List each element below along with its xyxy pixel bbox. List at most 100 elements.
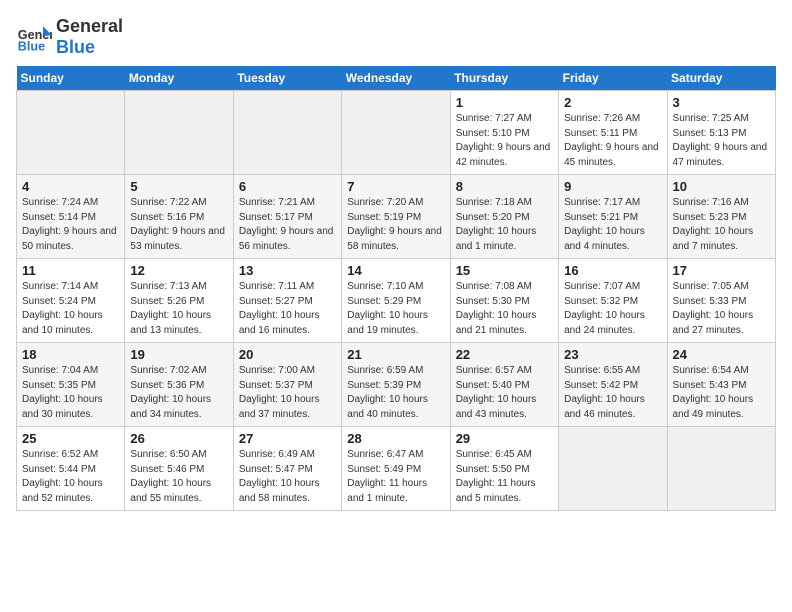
day-number: 21	[347, 347, 444, 362]
calendar-cell	[559, 427, 667, 511]
day-info: Sunrise: 7:04 AMSunset: 5:35 PMDaylight:…	[22, 364, 119, 422]
calendar-cell: 26Sunrise: 6:50 AMSunset: 5:46 PMDayligh…	[125, 427, 233, 511]
day-info: Sunrise: 6:49 AMSunset: 5:47 PMDaylight:…	[239, 448, 336, 506]
calendar-cell: 23 Sunrise: 6:55 AMSunset: 5:42 PMDayligh…	[559, 343, 667, 427]
calendar-cell: 3 Sunrise: 7:25 AMSunset: 5:13 PMDaylight…	[667, 91, 775, 175]
day-info: Sunrise: 7:07 AMSunset: 5:32 PMDaylight:…	[564, 280, 661, 338]
day-info: Sunrise: 7:00 AMSunset: 5:37 PMDaylight:…	[239, 364, 336, 422]
day-info: Sunrise: 7:27 AMSunset: 5:10 PMDaylight:…	[456, 112, 553, 170]
day-info: Sunrise: 7:13 AMSunset: 5:26 PMDaylight:…	[130, 280, 227, 338]
day-number: 13	[239, 263, 336, 278]
calendar-cell: 13 Sunrise: 7:11 AMSunset: 5:27 PMDayligh…	[233, 259, 341, 343]
calendar-cell: 6Sunrise: 7:21 AMSunset: 5:17 PMDaylight…	[233, 175, 341, 259]
calendar-week-5: 25 Sunrise: 6:52 AMSunset: 5:44 PMDayligh…	[17, 427, 776, 511]
day-info: Sunrise: 7:02 AMSunset: 5:36 PMDaylight:…	[130, 364, 227, 422]
calendar-cell: 8 Sunrise: 7:18 AMSunset: 5:20 PMDaylight…	[450, 175, 558, 259]
calendar-cell: 19 Sunrise: 7:02 AMSunset: 5:36 PMDayligh…	[125, 343, 233, 427]
day-info: Sunrise: 7:25 AMSunset: 5:13 PMDaylight:…	[673, 112, 770, 170]
day-number: 25	[22, 431, 119, 446]
weekday-header-saturday: Saturday	[667, 66, 775, 91]
day-number: 2	[564, 95, 661, 110]
calendar-body: 1 Sunrise: 7:27 AMSunset: 5:10 PMDaylight…	[17, 91, 776, 511]
day-info: Sunrise: 7:05 AMSunset: 5:33 PMDaylight:…	[673, 280, 770, 338]
day-number: 17	[673, 263, 770, 278]
logo-general: General	[56, 16, 123, 37]
calendar-cell: 10 Sunrise: 7:16 AMSunset: 5:23 PMDayligh…	[667, 175, 775, 259]
calendar-cell: 16 Sunrise: 7:07 AMSunset: 5:32 PMDayligh…	[559, 259, 667, 343]
calendar-cell: 25 Sunrise: 6:52 AMSunset: 5:44 PMDayligh…	[17, 427, 125, 511]
day-number: 15	[456, 263, 553, 278]
day-info: Sunrise: 7:16 AMSunset: 5:23 PMDaylight:…	[673, 196, 770, 254]
day-number: 8	[456, 179, 553, 194]
calendar-cell: 4 Sunrise: 7:24 AMSunset: 5:14 PMDaylight…	[17, 175, 125, 259]
calendar-cell: 20 Sunrise: 7:00 AMSunset: 5:37 PMDayligh…	[233, 343, 341, 427]
day-info: Sunrise: 7:18 AMSunset: 5:20 PMDaylight:…	[456, 196, 553, 254]
weekday-header-sunday: Sunday	[17, 66, 125, 91]
day-number: 18	[22, 347, 119, 362]
day-number: 1	[456, 95, 553, 110]
day-number: 14	[347, 263, 444, 278]
calendar-cell: 11Sunrise: 7:14 AMSunset: 5:24 PMDayligh…	[17, 259, 125, 343]
calendar-week-3: 11Sunrise: 7:14 AMSunset: 5:24 PMDayligh…	[17, 259, 776, 343]
day-info: Sunrise: 7:24 AMSunset: 5:14 PMDaylight:…	[22, 196, 119, 254]
day-info: Sunrise: 6:50 AMSunset: 5:46 PMDaylight:…	[130, 448, 227, 506]
calendar-cell: 5 Sunrise: 7:22 AMSunset: 5:16 PMDaylight…	[125, 175, 233, 259]
day-info: Sunrise: 6:52 AMSunset: 5:44 PMDaylight:…	[22, 448, 119, 506]
day-info: Sunrise: 6:59 AMSunset: 5:39 PMDaylight:…	[347, 364, 444, 422]
calendar-cell: 24 Sunrise: 6:54 AMSunset: 5:43 PMDayligh…	[667, 343, 775, 427]
svg-text:Blue: Blue	[18, 40, 45, 54]
day-info: Sunrise: 7:17 AMSunset: 5:21 PMDaylight:…	[564, 196, 661, 254]
day-number: 7	[347, 179, 444, 194]
day-info: Sunrise: 6:57 AMSunset: 5:40 PMDaylight:…	[456, 364, 553, 422]
day-info: Sunrise: 7:10 AMSunset: 5:29 PMDaylight:…	[347, 280, 444, 338]
weekday-header-wednesday: Wednesday	[342, 66, 450, 91]
calendar-cell	[342, 91, 450, 175]
calendar-week-1: 1 Sunrise: 7:27 AMSunset: 5:10 PMDaylight…	[17, 91, 776, 175]
day-info: Sunrise: 7:11 AMSunset: 5:27 PMDaylight:…	[239, 280, 336, 338]
calendar-cell: 1 Sunrise: 7:27 AMSunset: 5:10 PMDaylight…	[450, 91, 558, 175]
calendar-cell	[667, 427, 775, 511]
day-number: 11	[22, 263, 119, 278]
day-number: 5	[130, 179, 227, 194]
day-number: 20	[239, 347, 336, 362]
day-number: 19	[130, 347, 227, 362]
calendar-week-4: 18 Sunrise: 7:04 AMSunset: 5:35 PMDayligh…	[17, 343, 776, 427]
day-info: Sunrise: 6:54 AMSunset: 5:43 PMDaylight:…	[673, 364, 770, 422]
calendar-cell: 21 Sunrise: 6:59 AMSunset: 5:39 PMDayligh…	[342, 343, 450, 427]
weekday-header-thursday: Thursday	[450, 66, 558, 91]
weekday-header-tuesday: Tuesday	[233, 66, 341, 91]
calendar-cell	[233, 91, 341, 175]
day-number: 12	[130, 263, 227, 278]
day-info: Sunrise: 7:08 AMSunset: 5:30 PMDaylight:…	[456, 280, 553, 338]
day-number: 29	[456, 431, 553, 446]
calendar-header: SundayMondayTuesdayWednesdayThursdayFrid…	[17, 66, 776, 91]
calendar-cell: 2 Sunrise: 7:26 AMSunset: 5:11 PMDaylight…	[559, 91, 667, 175]
day-info: Sunrise: 6:55 AMSunset: 5:42 PMDaylight:…	[564, 364, 661, 422]
calendar-cell: 9Sunrise: 7:17 AMSunset: 5:21 PMDaylight…	[559, 175, 667, 259]
day-number: 3	[673, 95, 770, 110]
day-number: 24	[673, 347, 770, 362]
calendar-week-2: 4 Sunrise: 7:24 AMSunset: 5:14 PMDaylight…	[17, 175, 776, 259]
day-number: 27	[239, 431, 336, 446]
day-info: Sunrise: 7:22 AMSunset: 5:16 PMDaylight:…	[130, 196, 227, 254]
day-number: 10	[673, 179, 770, 194]
calendar-cell: 17 Sunrise: 7:05 AMSunset: 5:33 PMDayligh…	[667, 259, 775, 343]
calendar-cell: 7 Sunrise: 7:20 AMSunset: 5:19 PMDaylight…	[342, 175, 450, 259]
calendar-cell: 22 Sunrise: 6:57 AMSunset: 5:40 PMDayligh…	[450, 343, 558, 427]
day-number: 23	[564, 347, 661, 362]
calendar-cell: 28Sunrise: 6:47 AMSunset: 5:49 PMDayligh…	[342, 427, 450, 511]
day-info: Sunrise: 7:20 AMSunset: 5:19 PMDaylight:…	[347, 196, 444, 254]
day-number: 16	[564, 263, 661, 278]
day-number: 28	[347, 431, 444, 446]
day-info: Sunrise: 6:45 AMSunset: 5:50 PMDaylight:…	[456, 448, 553, 506]
day-info: Sunrise: 7:26 AMSunset: 5:11 PMDaylight:…	[564, 112, 661, 170]
calendar-cell	[17, 91, 125, 175]
calendar-cell: 27 Sunrise: 6:49 AMSunset: 5:47 PMDayligh…	[233, 427, 341, 511]
calendar-cell	[125, 91, 233, 175]
calendar-cell: 12 Sunrise: 7:13 AMSunset: 5:26 PMDayligh…	[125, 259, 233, 343]
page-header: General Blue General Blue	[16, 16, 776, 58]
day-number: 4	[22, 179, 119, 194]
calendar-cell: 14 Sunrise: 7:10 AMSunset: 5:29 PMDayligh…	[342, 259, 450, 343]
day-info: Sunrise: 7:21 AMSunset: 5:17 PMDaylight:…	[239, 196, 336, 254]
day-number: 22	[456, 347, 553, 362]
